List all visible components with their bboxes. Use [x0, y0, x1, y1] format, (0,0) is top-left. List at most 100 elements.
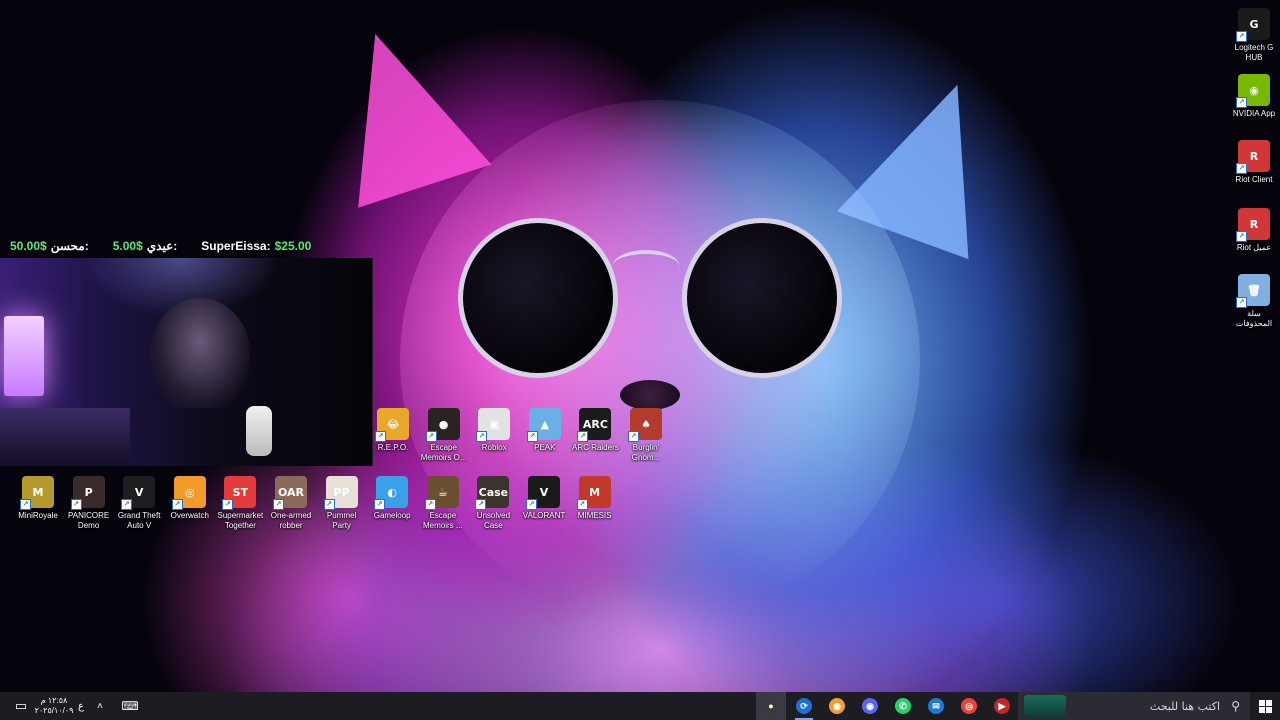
desktop-shortcut[interactable]: ● ↗ Escape Memoirs O...: [419, 408, 469, 463]
desktop-shortcut[interactable]: OAR ↗ One-armed robber: [266, 476, 316, 531]
repo-icon: 😂 ↗: [375, 408, 409, 442]
taskbar-app-glyph: ●: [763, 698, 779, 714]
taskbar: ▭ ١٢:٥٨ م ٢٠٢٥/١٠/٠٩ ع ˄ ⌨ اكتب هنا للبح…: [0, 692, 1280, 720]
nvidia-icon: ◉ ↗: [1236, 74, 1270, 108]
icon-glyph: M: [32, 485, 44, 499]
desktop-shortcut[interactable]: V ↗ VALORANT: [519, 476, 569, 521]
desktop-shortcut[interactable]: ♠ ↗ Burglin' Gnom...: [621, 408, 671, 463]
wallpaper-cat-face: [400, 100, 920, 620]
streamer-app-icon[interactable]: ▶: [987, 692, 1017, 720]
shortcut-arrow-icon: ↗: [374, 499, 386, 510]
shortcut-arrow-icon: ↗: [424, 499, 436, 510]
taskbar-app-glyph: ✉: [928, 698, 944, 714]
unsolved-case-icon: Case ↗: [475, 476, 510, 510]
desktop-shortcut-label: NVIDIA App: [1232, 109, 1276, 118]
taskbar-clock[interactable]: ١٢:٥٨ م ٢٠٢٥/١٠/٠٩: [34, 692, 74, 720]
icon-glyph: R: [1249, 149, 1259, 163]
donor-name: SuperEissa:: [201, 239, 271, 253]
desktop-shortcut-label: ARC Raiders: [572, 443, 619, 452]
keyboard-icon[interactable]: ⌨: [118, 692, 142, 720]
icon-glyph: ST: [232, 485, 249, 499]
desktop-shortcut[interactable]: P ↗ PANICORE Demo: [64, 476, 114, 531]
desktop-shortcut[interactable]: Case ↗ Unsolved Case: [468, 476, 518, 531]
search-highlight-image: [1024, 695, 1066, 717]
input-language-indicator[interactable]: ع: [74, 692, 88, 720]
icon-glyph: ▣: [488, 417, 500, 431]
taskbar-app-glyph: ✆: [895, 698, 911, 714]
riot-client-icon: R ↗: [1236, 208, 1270, 242]
desktop-shortcut[interactable]: ◉ ↗ NVIDIA App: [1229, 74, 1279, 119]
taskbar-search-box[interactable]: اكتب هنا للبحث ⚲: [1018, 692, 1250, 720]
shortcut-arrow-icon: ↗: [121, 499, 133, 510]
search-placeholder: اكتب هنا للبحث: [1149, 699, 1220, 713]
desktop-shortcut[interactable]: ARC ↗ ARC Raiders: [570, 408, 620, 453]
icon-glyph: ●: [438, 417, 449, 431]
pummel-party-icon: PP ↗: [323, 476, 358, 510]
notification-center-icon[interactable]: ▭: [8, 692, 34, 720]
webcam-desk: [0, 408, 130, 466]
icon-glyph: ◉: [1249, 83, 1259, 97]
taskbar-app-glyph: ◉: [862, 698, 878, 714]
icon-glyph: ◎: [184, 485, 195, 499]
donation-amount: $25.00: [274, 239, 312, 253]
desktop-shortcut-label: Grand Theft Auto V: [117, 511, 161, 530]
desktop-shortcut[interactable]: 🗑 ↗ سلة المحذوفات: [1229, 274, 1279, 329]
chrome-icon[interactable]: ◎: [954, 692, 984, 720]
discord-icon[interactable]: ◉: [855, 692, 885, 720]
wallpaper-sunglass-bridge: [612, 250, 680, 284]
icon-glyph: OAR: [277, 485, 305, 499]
shortcut-arrow-icon: ↗: [576, 499, 588, 510]
desktop-shortcut-label: VALORANT: [522, 511, 566, 520]
icon-glyph: G: [1249, 17, 1259, 31]
arc-raiders-icon: ARC ↗: [577, 408, 612, 442]
webcam-monitor-glow: [4, 316, 44, 396]
stream-donation-bar: 50.00$ محسن: 5.00$ عيدي: SuperEissa: $25.00: [0, 236, 382, 256]
desktop-shortcut[interactable]: ▣ ↗ Roblox: [469, 408, 519, 453]
icon-glyph: Case: [478, 485, 509, 499]
desktop-shortcut[interactable]: PP ↗ Pummel Party: [317, 476, 367, 531]
wallpaper-cat-nose: [620, 380, 680, 410]
shortcut-arrow-icon: ↗: [628, 431, 639, 442]
desktop-shortcut[interactable]: M ↗ MIMESIS: [570, 476, 620, 521]
obs-icon[interactable]: ●: [756, 692, 786, 720]
desktop-shortcut[interactable]: V ↗ Grand Theft Auto V: [114, 476, 164, 531]
icon-glyph: R: [1249, 217, 1259, 231]
shortcut-arrow-icon: ↗: [375, 431, 386, 442]
shortcut-arrow-icon: ↗: [323, 499, 335, 510]
desktop-shortcut-label: Pummel Party: [326, 511, 357, 530]
shortcut-arrow-icon: ↗: [222, 499, 234, 510]
icon-glyph: ARC: [582, 417, 608, 431]
webcam-overlay: [0, 258, 373, 466]
shortcut-arrow-icon: ↗: [70, 499, 82, 510]
show-hidden-icons-chevron-icon[interactable]: ˄: [92, 692, 108, 720]
recycle-bin-icon: 🗑 ↗: [1236, 274, 1270, 308]
discord-ptb-icon[interactable]: ◉: [822, 692, 852, 720]
icon-glyph: V: [539, 485, 549, 499]
edge-dev-icon[interactable]: ⟳: [789, 692, 819, 720]
desktop-shortcut-label: سلة المحذوفات: [1235, 309, 1273, 328]
desktop-shortcut-label: Escape Memoirs O...: [420, 443, 467, 462]
taskbar-app-glyph: ◉: [829, 698, 845, 714]
icon-glyph: 🗑: [1247, 283, 1261, 297]
desktop-shortcut-label: MIMESIS: [577, 511, 612, 520]
desktop-shortcut[interactable]: M ↗ MiniRoyale: [13, 476, 63, 521]
roblox-icon: ▣ ↗: [476, 408, 511, 442]
desktop-shortcut[interactable]: R ↗ Riot Client: [1229, 140, 1279, 185]
desktop-shortcut[interactable]: ▲ ↗ PEAK: [520, 408, 570, 453]
mail-icon[interactable]: ✉: [921, 692, 951, 720]
desktop-shortcut[interactable]: ◎ ↗ Overwatch: [165, 476, 215, 521]
webcam-streamer: [150, 298, 250, 408]
desktop-shortcut[interactable]: G ↗ Logitech G HUB: [1229, 8, 1279, 63]
start-windows-icon[interactable]: [1252, 692, 1278, 720]
desktop-shortcut[interactable]: ST ↗ Supermarket Together: [215, 476, 265, 531]
icon-glyph: PP: [333, 485, 350, 499]
shortcut-arrow-icon: ↗: [1236, 31, 1247, 42]
desktop-shortcut[interactable]: R ↗ Riot عميل: [1229, 208, 1279, 253]
desktop-shortcut[interactable]: ◐ ↗ Gameloop: [367, 476, 417, 521]
donation-entry: SuperEissa: $25.00: [201, 239, 311, 253]
icon-glyph: ☕: [437, 485, 448, 499]
desktop-shortcut[interactable]: 😂 ↗ R.E.P.O.: [368, 408, 418, 453]
logitech-ghub-icon: G ↗: [1236, 8, 1270, 42]
desktop-shortcut[interactable]: ☕ ↗ Escape Memoirs ...: [418, 476, 468, 531]
whatsapp-icon[interactable]: ✆: [888, 692, 918, 720]
